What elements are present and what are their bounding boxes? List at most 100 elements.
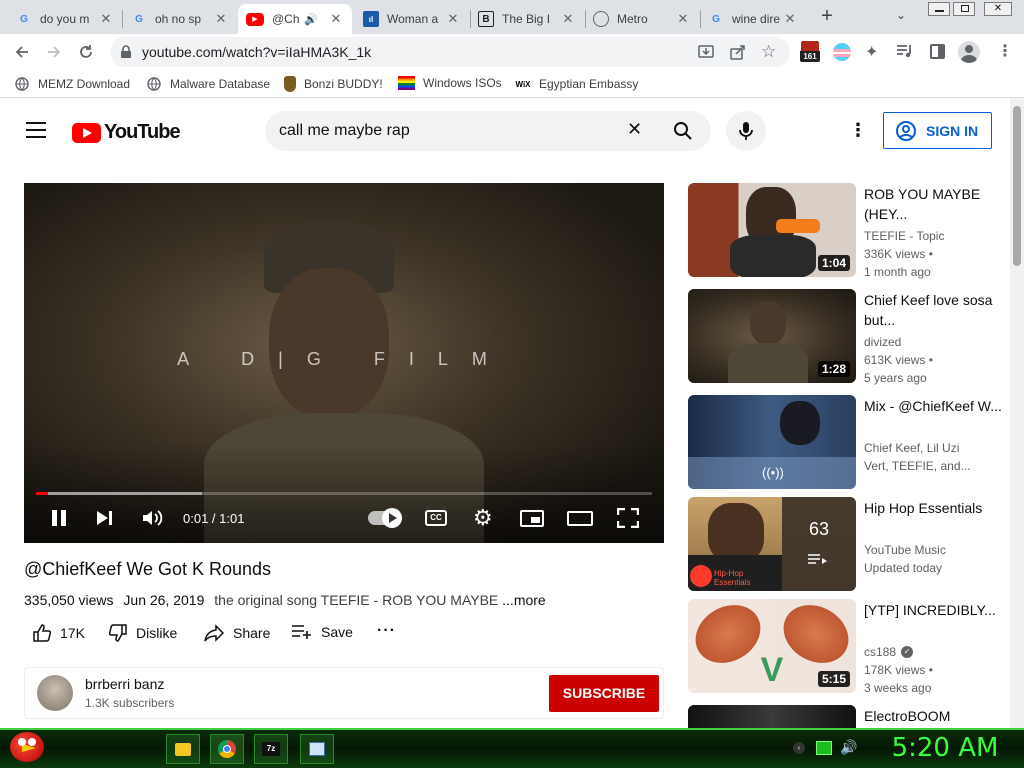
miniplayer-icon[interactable] xyxy=(520,510,544,527)
close-icon[interactable]: ✕ xyxy=(98,11,114,27)
more-options-icon[interactable]: ⋮ xyxy=(849,120,867,141)
close-window-button[interactable]: ✕ xyxy=(984,2,1012,16)
tab-3[interactable]: ıl Woman a ✕ xyxy=(355,4,469,34)
volume-icon[interactable] xyxy=(142,509,164,532)
channel-avatar[interactable] xyxy=(37,675,73,711)
recommendation-item[interactable]: V 5:15 [YTP] INCREDIBLY... cs188 ✓ 178K … xyxy=(688,599,1008,695)
share-icon[interactable] xyxy=(730,44,746,65)
rec-channel[interactable]: Chief Keef, Lil Uzi xyxy=(864,439,1004,457)
video-thumbnail[interactable]: 1:04 xyxy=(688,183,856,277)
tab-6[interactable]: G wine dire ✕ xyxy=(700,4,806,34)
sign-in-button[interactable]: SIGN IN xyxy=(883,112,992,149)
taskbar-chrome-icon[interactable] xyxy=(210,734,244,764)
close-icon[interactable]: ✕ xyxy=(675,11,691,27)
rec-title[interactable]: Mix - @ChiefKeef W... xyxy=(864,396,1004,416)
url-text[interactable]: youtube.com/watch?v=iIaHMA3K_1k xyxy=(142,44,371,60)
more-link[interactable]: ...more xyxy=(502,592,546,608)
media-controls-icon[interactable] xyxy=(896,42,914,65)
bookmark-item[interactable]: MEMZ Download xyxy=(14,76,130,92)
search-icon[interactable] xyxy=(673,121,693,146)
audio-playing-icon[interactable]: 🔊 xyxy=(304,13,318,26)
close-icon[interactable]: ✕ xyxy=(782,11,798,27)
install-app-icon[interactable] xyxy=(698,44,714,65)
recommendation-item[interactable]: ((•)) Mix - @ChiefKeef W... Chief Keef, … xyxy=(688,395,1008,489)
rec-title[interactable]: Hip Hop Essentials xyxy=(864,498,1004,518)
dislike-button[interactable]: Dislike xyxy=(108,623,177,643)
bookmark-item[interactable]: WiX Egyptian Embassy xyxy=(515,76,638,92)
close-icon[interactable]: ✕ xyxy=(213,11,229,27)
channel-name[interactable]: brrberri banz xyxy=(85,676,164,692)
pride-flag-extension-icon[interactable] xyxy=(833,43,851,61)
playlist-thumbnail[interactable]: Hip-Hop Essentials 63 xyxy=(688,497,856,591)
profile-avatar-icon[interactable] xyxy=(958,41,980,63)
bookmark-item[interactable]: Windows ISOs xyxy=(398,76,502,90)
share-button[interactable]: Share xyxy=(203,623,270,643)
rec-title[interactable]: Chief Keef love sosa but... xyxy=(864,290,1004,330)
subscribe-button[interactable]: SUBSCRIBE xyxy=(549,675,659,712)
side-panel-icon[interactable] xyxy=(930,44,945,59)
video-player[interactable]: A D|G FILM 0:01 / 1:01 CC ⚙ xyxy=(24,183,664,543)
close-icon[interactable]: ✕ xyxy=(560,11,576,27)
rec-title[interactable]: ElectroBOOM xyxy=(864,706,1004,726)
save-button[interactable]: Save xyxy=(291,623,353,641)
volume-tray-icon[interactable]: 🔊 xyxy=(840,739,857,756)
taskbar-window-app-icon[interactable] xyxy=(300,734,334,764)
youtube-logo[interactable]: YouTube xyxy=(72,121,181,144)
video-thumbnail[interactable]: V 5:15 xyxy=(688,599,856,693)
network-status-icon[interactable] xyxy=(816,741,832,755)
taskbar-file-explorer-icon[interactable] xyxy=(166,734,200,764)
bookmark-star-icon[interactable]: ☆ xyxy=(761,42,776,62)
tab-1[interactable]: G oh no sp ✕ xyxy=(123,4,237,34)
more-actions-icon[interactable]: ··· xyxy=(377,622,396,640)
chrome-menu-icon[interactable]: ⋮ xyxy=(997,41,1013,61)
reload-icon[interactable] xyxy=(72,38,100,66)
bookmark-item[interactable]: Bonzi BUDDY! xyxy=(284,76,383,92)
recommendation-item[interactable]: Hip-Hop Essentials 63 Hip Hop Essentials… xyxy=(688,497,1008,591)
rec-channel[interactable]: YouTube Music xyxy=(864,541,1004,559)
pause-icon[interactable] xyxy=(50,509,68,527)
like-button[interactable]: 17K xyxy=(32,623,85,643)
lock-icon[interactable] xyxy=(120,45,132,64)
clock[interactable]: 5:20 AM xyxy=(870,733,1020,763)
close-icon[interactable]: ✕ xyxy=(328,11,344,27)
theater-mode-icon[interactable] xyxy=(567,511,593,526)
extensions-puzzle-icon[interactable]: ✦ xyxy=(865,42,878,62)
bookmark-item[interactable]: Malware Database xyxy=(146,76,270,92)
address-bar[interactable]: youtube.com/watch?v=iIaHMA3K_1k ☆ xyxy=(110,37,790,67)
show-hidden-icons-chevron[interactable]: ‹ xyxy=(793,742,805,754)
rec-title[interactable]: ROB YOU MAYBE (HEY... xyxy=(864,184,1004,224)
autoplay-toggle[interactable] xyxy=(368,508,402,528)
tab-search-chevron-icon[interactable]: ⌄ xyxy=(896,8,906,22)
clear-search-icon[interactable]: ✕ xyxy=(627,119,642,140)
video-thumbnail[interactable] xyxy=(688,705,856,728)
rec-title[interactable]: [YTP] INCREDIBLY... xyxy=(864,600,1004,620)
voice-search-mic-icon[interactable] xyxy=(726,111,766,151)
video-thumbnail[interactable]: 1:28 xyxy=(688,289,856,383)
search-input[interactable]: call me maybe rap ✕ xyxy=(265,111,711,151)
settings-gear-icon[interactable]: ⚙ xyxy=(473,507,493,529)
restore-button[interactable] xyxy=(953,2,975,16)
page-scrollbar[interactable] xyxy=(1010,98,1024,728)
fullscreen-icon[interactable] xyxy=(616,507,640,533)
tab-0[interactable]: G do you m ✕ xyxy=(8,4,122,34)
next-video-icon[interactable] xyxy=(96,510,114,531)
close-icon[interactable]: ✕ xyxy=(445,11,461,27)
tab-2-active[interactable]: ▶ @Ch 🔊 ✕ xyxy=(238,4,352,34)
rec-channel[interactable]: cs188 ✓ xyxy=(864,643,1004,661)
back-arrow-icon[interactable] xyxy=(8,38,36,66)
recommendation-item[interactable]: 1:04 ROB YOU MAYBE (HEY... TEEFIE - Topi… xyxy=(688,183,1008,279)
progress-bar[interactable] xyxy=(36,492,652,495)
hamburger-menu-icon[interactable] xyxy=(26,122,46,138)
new-tab-plus-icon[interactable]: + xyxy=(816,6,838,28)
video-description-line[interactable]: 335,050 views Jun 26, 2019 the original … xyxy=(24,592,546,608)
captions-icon[interactable]: CC xyxy=(425,510,447,526)
rec-channel[interactable]: TEEFIE - Topic xyxy=(864,227,1004,245)
minimize-button[interactable] xyxy=(928,2,950,16)
taskbar-7zip-icon[interactable]: 7z xyxy=(254,734,288,764)
extension-counter-icon[interactable]: 161 xyxy=(800,41,820,65)
scrollbar-thumb[interactable] xyxy=(1013,106,1021,266)
start-button-angry-bird-icon[interactable] xyxy=(0,728,52,768)
recommendation-item[interactable]: ElectroBOOM xyxy=(688,705,1008,728)
recommendation-item[interactable]: 1:28 Chief Keef love sosa but... divized… xyxy=(688,289,1008,385)
mix-thumbnail[interactable]: ((•)) xyxy=(688,395,856,489)
